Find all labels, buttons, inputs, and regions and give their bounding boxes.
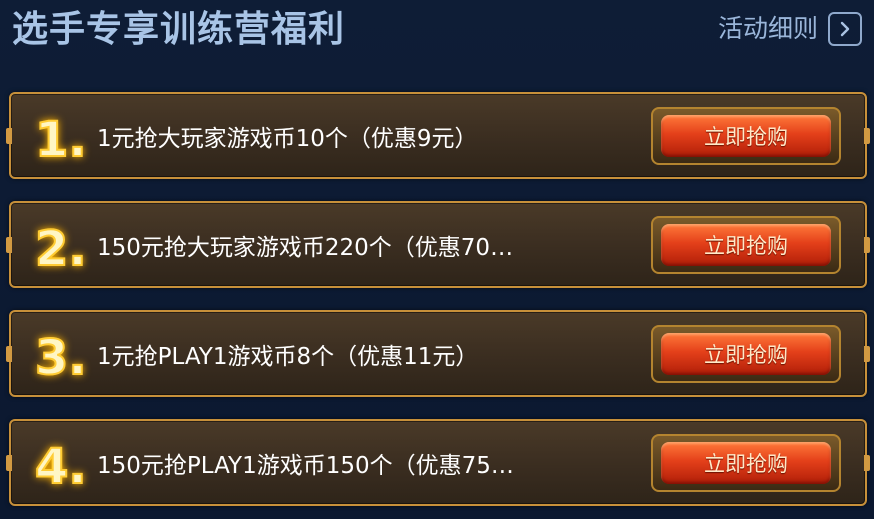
buy-now-button[interactable]: 立即抢购 [651, 216, 841, 274]
offer-card: 1. 1元抢大玩家游戏币10个（优惠9元） 立即抢购 [6, 92, 870, 179]
svg-text:4.: 4. [35, 439, 87, 495]
button-face: 立即抢购 [661, 224, 831, 266]
buy-now-label: 立即抢购 [704, 125, 788, 149]
offer-card: 4. 150元抢PLAY1游戏币150个（优惠75… 立即抢购 [6, 419, 870, 506]
offer-text: 150元抢PLAY1游戏币150个（优惠75… [97, 452, 514, 479]
offer-number: 1. [33, 110, 88, 169]
offer-number: 2. [33, 219, 88, 278]
buy-now-label: 立即抢购 [704, 343, 788, 367]
rules-link[interactable]: 活动细则 [718, 12, 862, 46]
buy-now-label: 立即抢购 [704, 234, 788, 258]
offer-text: 150元抢大玩家游戏币220个（优惠70… [97, 234, 514, 261]
svg-text:1.: 1. [35, 112, 87, 168]
buy-now-button[interactable]: 立即抢购 [651, 325, 841, 383]
offer-list: 1. 1元抢大玩家游戏币10个（优惠9元） 立即抢购 2. 150元抢大玩家游戏… [6, 92, 870, 519]
page-title: 选手专享训练营福利 [12, 9, 346, 50]
offer-number: 3. [33, 328, 88, 387]
offer-text: 1元抢PLAY1游戏币8个（优惠11元） [97, 343, 479, 370]
page: 选手专享训练营福利 活动细则 1. 1元抢大玩家游戏币10个（优惠9元） 立即抢… [0, 0, 874, 519]
button-face: 立即抢购 [661, 442, 831, 484]
offer-card: 3. 1元抢PLAY1游戏币8个（优惠11元） 立即抢购 [6, 310, 870, 397]
svg-text:3.: 3. [35, 330, 87, 386]
buy-now-button[interactable]: 立即抢购 [651, 107, 841, 165]
offer-text: 1元抢大玩家游戏币10个（优惠9元） [97, 125, 478, 152]
chevron-right-icon[interactable] [828, 12, 862, 46]
buy-now-button[interactable]: 立即抢购 [651, 434, 841, 492]
svg-text:2.: 2. [35, 221, 87, 277]
button-face: 立即抢购 [661, 333, 831, 375]
header: 选手专享训练营福利 活动细则 [0, 0, 874, 66]
rules-label: 活动细则 [717, 14, 818, 43]
offer-card: 2. 150元抢大玩家游戏币220个（优惠70… 立即抢购 [6, 201, 870, 288]
offer-number: 4. [33, 437, 88, 496]
button-face: 立即抢购 [661, 115, 831, 157]
buy-now-label: 立即抢购 [704, 452, 788, 476]
